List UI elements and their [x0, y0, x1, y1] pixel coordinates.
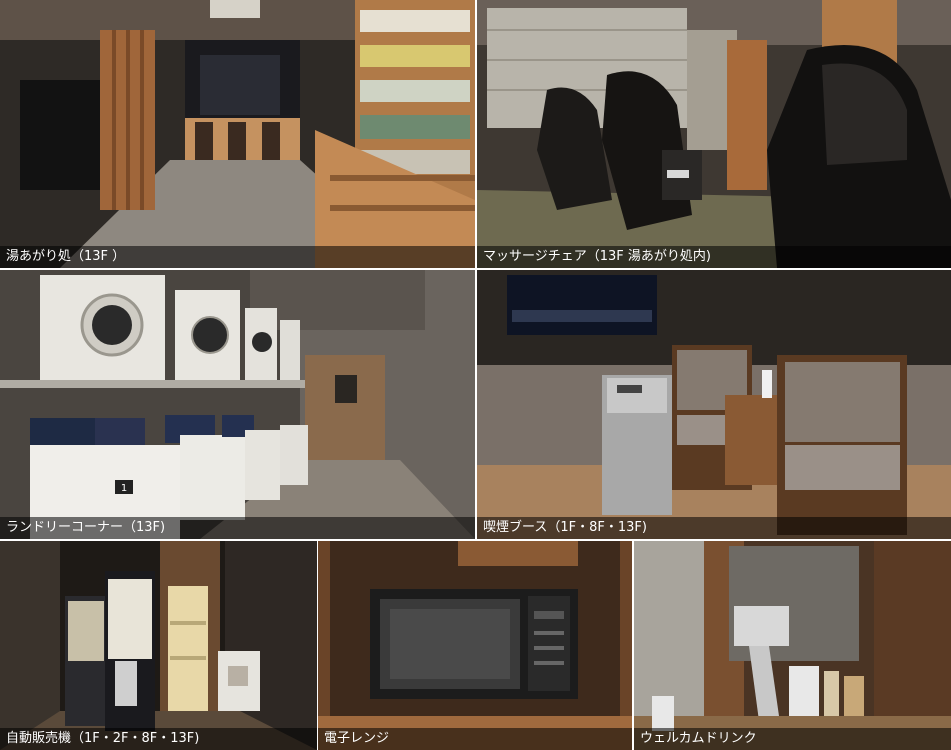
photo-massage-chair: マッサージチェア（13F 湯あがり処内) — [477, 0, 951, 268]
washer-number: 1 — [121, 483, 127, 494]
lounge-image — [0, 0, 475, 268]
photo-laundry: 1 ランドリーコーナー（13F) — [0, 270, 475, 539]
caption-laundry: ランドリーコーナー（13F) — [0, 517, 475, 539]
photo-vending-machine: 自動販売機（1F・2F・8F・13F) — [0, 541, 317, 750]
caption-smoking: 喫煙ブース（1F・8F・13F) — [477, 517, 951, 539]
welcome-drink-image — [634, 541, 951, 750]
photo-smoking-booth: 喫煙ブース（1F・8F・13F) — [477, 270, 951, 539]
caption-massage: マッサージチェア（13F 湯あがり処内) — [477, 246, 951, 268]
photo-lounge: 湯あがり処（13F ） — [0, 0, 475, 268]
caption-lounge: 湯あがり処（13F ） — [0, 246, 475, 268]
microwave-image — [318, 541, 632, 750]
vending-machine-image — [0, 541, 317, 750]
smoking-booth-image — [477, 270, 951, 539]
caption-microwave: 電子レンジ — [318, 728, 632, 750]
caption-vending: 自動販売機（1F・2F・8F・13F) — [0, 728, 317, 750]
caption-welcome: ウェルカムドリンク — [634, 728, 951, 750]
laundry-image: 1 — [0, 270, 475, 539]
massage-chair-image — [477, 0, 951, 268]
photo-welcome-drink: ウェルカムドリンク — [634, 541, 951, 750]
photo-microwave: 電子レンジ — [318, 541, 632, 750]
